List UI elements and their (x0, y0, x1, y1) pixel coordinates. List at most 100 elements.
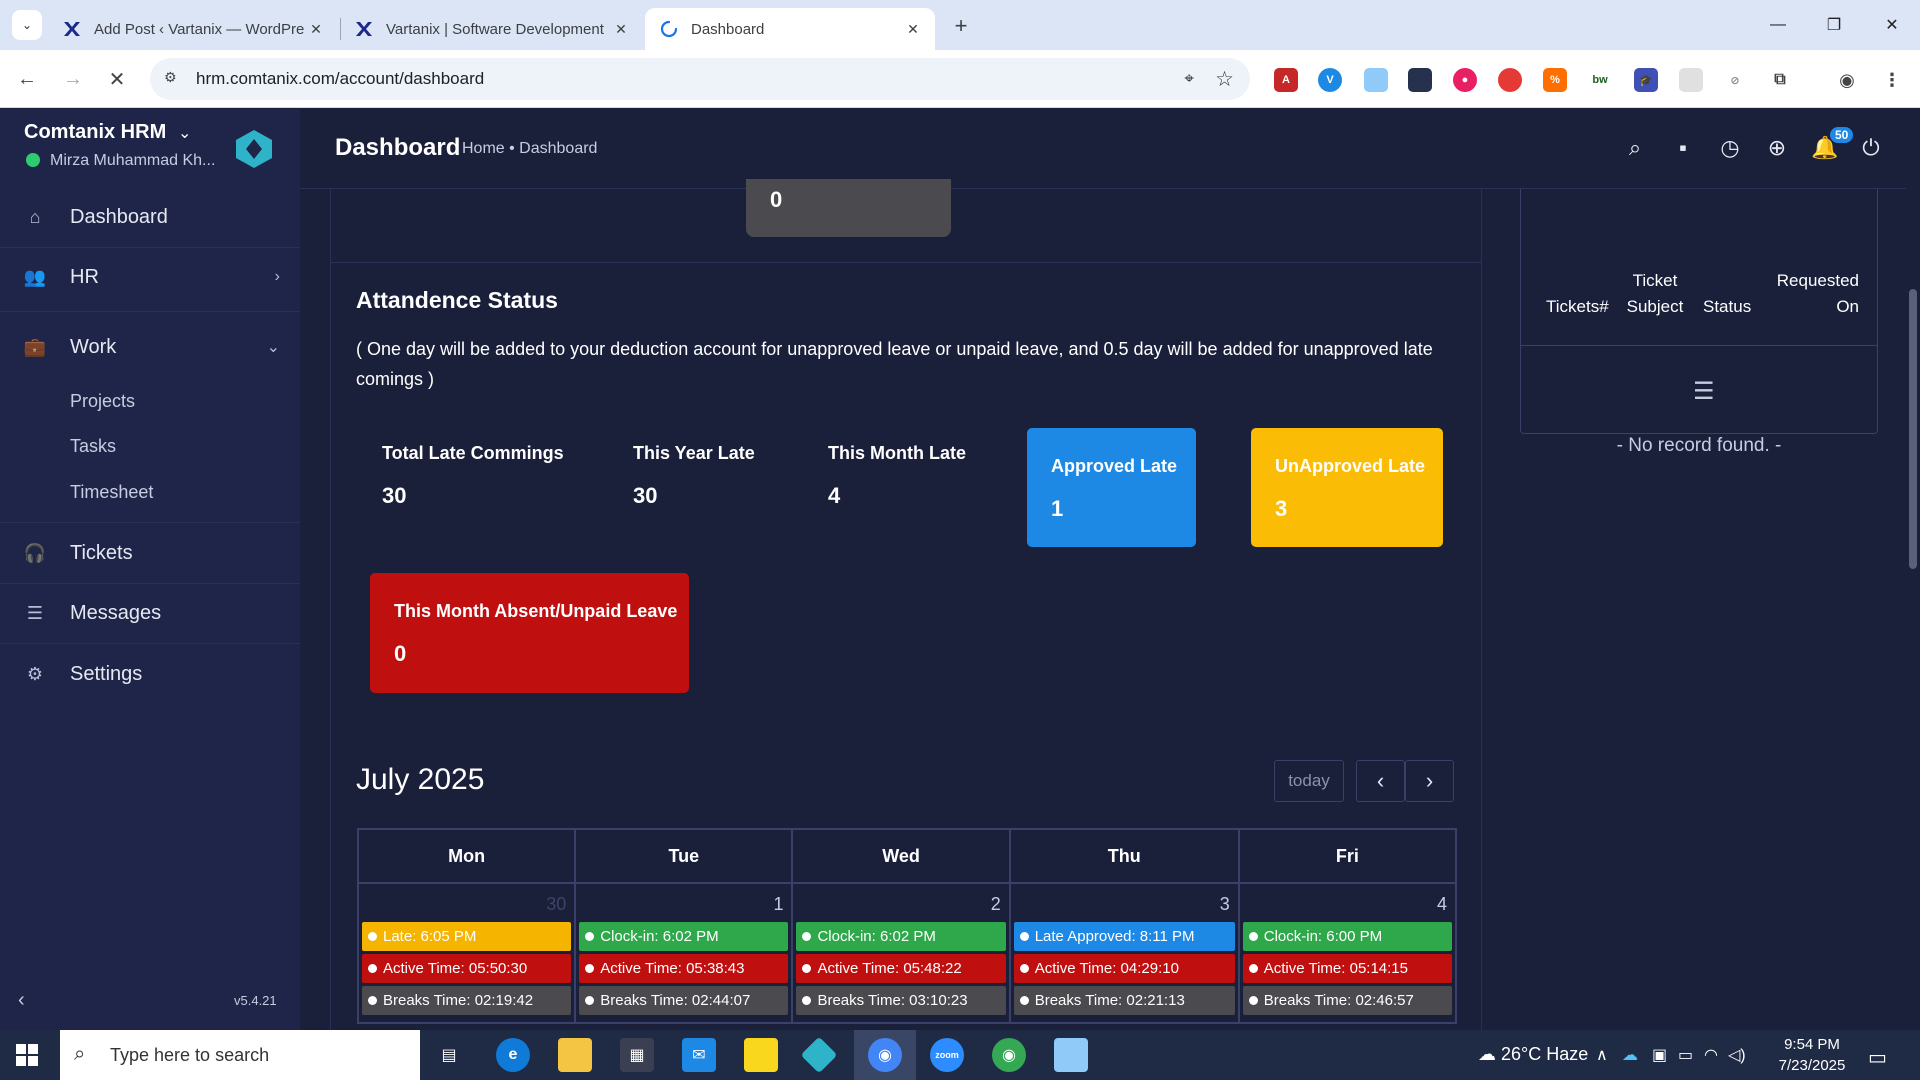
blank-extension-icon[interactable] (1679, 68, 1703, 92)
close-icon[interactable]: ✕ (304, 17, 328, 41)
sidebar-subitem-tasks[interactable]: Tasks (70, 436, 116, 457)
clock-icon[interactable]: ◷ (1715, 133, 1745, 163)
calendar-event[interactable]: Active Time: 05:50:30 (362, 954, 572, 983)
new-tab-button[interactable]: + (947, 12, 975, 40)
chrome-icon[interactable]: ◉ (868, 1038, 902, 1072)
screen-recorder-extension-icon[interactable] (1408, 68, 1432, 92)
sidebar-item-work[interactable]: 💼 Work ⌄ (0, 323, 300, 371)
calendar-event[interactable]: Clock-in: 6:02 PM (796, 922, 1006, 951)
absent-leave-card[interactable]: This Month Absent/Unpaid Leave 0 (370, 573, 689, 693)
bw-extension-icon[interactable]: bw (1588, 68, 1612, 92)
calendar-day-cell[interactable]: 3 Late Approved: 8:11 PM Active Time: 04:2… (1008, 882, 1240, 1024)
calendar-event[interactable]: Clock-in: 6:02 PM (579, 922, 789, 951)
site-info-icon[interactable]: ⚙ (164, 69, 184, 89)
sidebar-item-settings[interactable]: ⚙ Settings (0, 650, 300, 698)
address-bar[interactable]: ⚙ hrm.comtanix.com/account/dashboard ⌖ ☆ (150, 58, 1250, 100)
calendar-event[interactable]: Late: 6:05 PM (362, 922, 572, 951)
page-scrollbar[interactable] (1906, 189, 1920, 949)
document-extension-icon[interactable] (1364, 68, 1388, 92)
sticky-notes-icon[interactable] (744, 1038, 778, 1072)
camera-extension-icon[interactable]: ● (1453, 68, 1477, 92)
percent-extension-icon[interactable]: % (1543, 68, 1567, 92)
user-name[interactable]: Mirza Muhammad Kh... (50, 152, 215, 170)
calendar-prev-button[interactable]: ‹ (1356, 760, 1405, 802)
tab-search-button[interactable]: ⌄ (12, 10, 42, 40)
calendar-event[interactable]: Breaks Time: 02:21:13 (1013, 986, 1235, 1015)
comtanix-app-icon[interactable] (800, 1036, 838, 1074)
stop-loading-button[interactable]: ✕ (102, 64, 132, 94)
notepad-icon[interactable] (1054, 1038, 1088, 1072)
calendar-event[interactable]: Breaks Time: 03:10:23 (796, 986, 1006, 1015)
weather-widget[interactable]: ☁ 26°C Haze (1478, 1044, 1588, 1065)
browser-tab-add-post[interactable]: Add Post ‹ Vartanix — WordPress ✕ (48, 8, 338, 50)
approved-late-card[interactable]: Approved Late 1 (1027, 428, 1196, 547)
calendar-day-cell[interactable]: 1 Clock-in: 6:02 PM Active Time: 05:38:43 B… (574, 882, 794, 1024)
calendar-day-cell[interactable]: 4 Clock-in: 6:00 PM Active Time: 05:14:15 B… (1237, 882, 1458, 1024)
unapproved-late-card[interactable]: UnApproved Late 3 (1251, 428, 1443, 547)
calendar-event[interactable]: Active Time: 05:38:43 (579, 954, 789, 983)
profile-icon[interactable]: ◉ (1835, 68, 1859, 92)
onedrive-icon[interactable]: ☁ (1622, 1045, 1638, 1065)
scrollbar-thumb[interactable] (1909, 289, 1917, 569)
shield-extension-icon[interactable]: V (1318, 68, 1342, 92)
sidebar-subitem-projects[interactable]: Projects (70, 391, 135, 412)
tray-chevron-icon[interactable]: ∧ (1596, 1045, 1608, 1065)
sticky-note-icon[interactable]: ▪ (1668, 133, 1698, 163)
pokeball-extension-icon[interactable] (1498, 68, 1522, 92)
sidebar-subitem-timesheet[interactable]: Timesheet (70, 482, 153, 503)
edge-browser-icon[interactable]: e (496, 1038, 530, 1072)
notification-center-icon[interactable]: ▭ (1868, 1045, 1887, 1070)
windows-start-icon[interactable] (16, 1044, 38, 1066)
sidebar-item-messages[interactable]: ☰ Messages (0, 589, 300, 637)
chrome-profile-icon[interactable]: ◉ (992, 1038, 1026, 1072)
browser-tab-vartanix[interactable]: Vartanix | Software Development ✕ (340, 8, 643, 50)
sidebar-item-hr[interactable]: 👥 HR › (0, 253, 300, 301)
extensions-puzzle-icon[interactable]: ⧉ (1768, 68, 1792, 92)
calendar-event[interactable]: Breaks Time: 02:19:42 (362, 986, 572, 1015)
breadcrumb[interactable]: Home • Dashboard (462, 140, 597, 158)
calendar-day-cell[interactable]: 2 Clock-in: 6:02 PM Active Time: 05:48:22 B… (791, 882, 1011, 1024)
battery-icon[interactable]: ▭ (1678, 1045, 1693, 1065)
url-text[interactable]: hrm.comtanix.com/account/dashboard (196, 69, 484, 89)
add-circle-icon[interactable]: ⊕ (1762, 133, 1792, 163)
location-icon[interactable]: ⌖ (1184, 69, 1194, 89)
calendar-day-cell[interactable]: 30 Late: 6:05 PM Active Time: 05:50:30 Brea… (356, 882, 577, 1024)
chevron-down-icon[interactable]: ⌄ (178, 123, 191, 143)
bookmark-star-icon[interactable]: ☆ (1215, 67, 1234, 92)
wifi-icon[interactable]: ◠ (1704, 1045, 1718, 1065)
back-button[interactable]: ← (12, 64, 42, 94)
calendar-event[interactable]: Clock-in: 6:00 PM (1242, 922, 1452, 951)
restore-button[interactable]: ❐ (1814, 10, 1854, 40)
close-icon[interactable]: ✕ (609, 17, 633, 41)
calendar-event[interactable]: Breaks Time: 02:46:57 (1242, 986, 1452, 1015)
calendar-event[interactable]: Breaks Time: 02:44:07 (579, 986, 789, 1015)
collapse-sidebar-icon[interactable]: ‹ (18, 989, 25, 1012)
power-icon[interactable]: ⏻ (1856, 133, 1886, 163)
calendar-today-button[interactable]: today (1274, 760, 1344, 802)
calendar-event[interactable]: Late Approved: 8:11 PM (1013, 922, 1235, 951)
meet-now-icon[interactable]: ▣ (1652, 1045, 1667, 1065)
file-explorer-icon[interactable] (558, 1038, 592, 1072)
sidebar-item-dashboard[interactable]: ⌂ Dashboard (0, 193, 300, 241)
close-icon[interactable]: ✕ (901, 17, 925, 41)
microsoft-store-icon[interactable]: ▦ (620, 1038, 654, 1072)
browser-tab-dashboard[interactable]: Dashboard ✕ (645, 8, 935, 50)
minimize-button[interactable]: — (1758, 10, 1798, 40)
brand-name[interactable]: Comtanix HRM (24, 121, 166, 144)
pdf-extension-icon[interactable]: A (1274, 68, 1298, 92)
taskbar-clock[interactable]: 9:54 PM 7/23/2025 (1752, 1034, 1872, 1076)
taskbar-search-box[interactable]: ⌕ Type here to search (60, 1030, 420, 1080)
mail-icon[interactable]: ✉ (682, 1038, 716, 1072)
search-icon[interactable]: ⌕ (1620, 133, 1650, 163)
volume-icon[interactable]: ◁) (1728, 1045, 1746, 1065)
calendar-event[interactable]: Active Time: 05:14:15 (1242, 954, 1452, 983)
compass-extension-icon[interactable]: ⊘ (1723, 68, 1747, 92)
forward-button[interactable]: → (58, 64, 88, 94)
sidebar-item-tickets[interactable]: 🎧 Tickets (0, 529, 300, 577)
close-window-button[interactable]: ✕ (1872, 10, 1912, 40)
calendar-event[interactable]: Active Time: 05:48:22 (796, 954, 1006, 983)
calendar-event[interactable]: Active Time: 04:29:10 (1013, 954, 1235, 983)
calendar-next-button[interactable]: › (1405, 760, 1454, 802)
zoom-icon[interactable]: zoom (930, 1038, 964, 1072)
graduation-extension-icon[interactable]: 🎓 (1634, 68, 1658, 92)
